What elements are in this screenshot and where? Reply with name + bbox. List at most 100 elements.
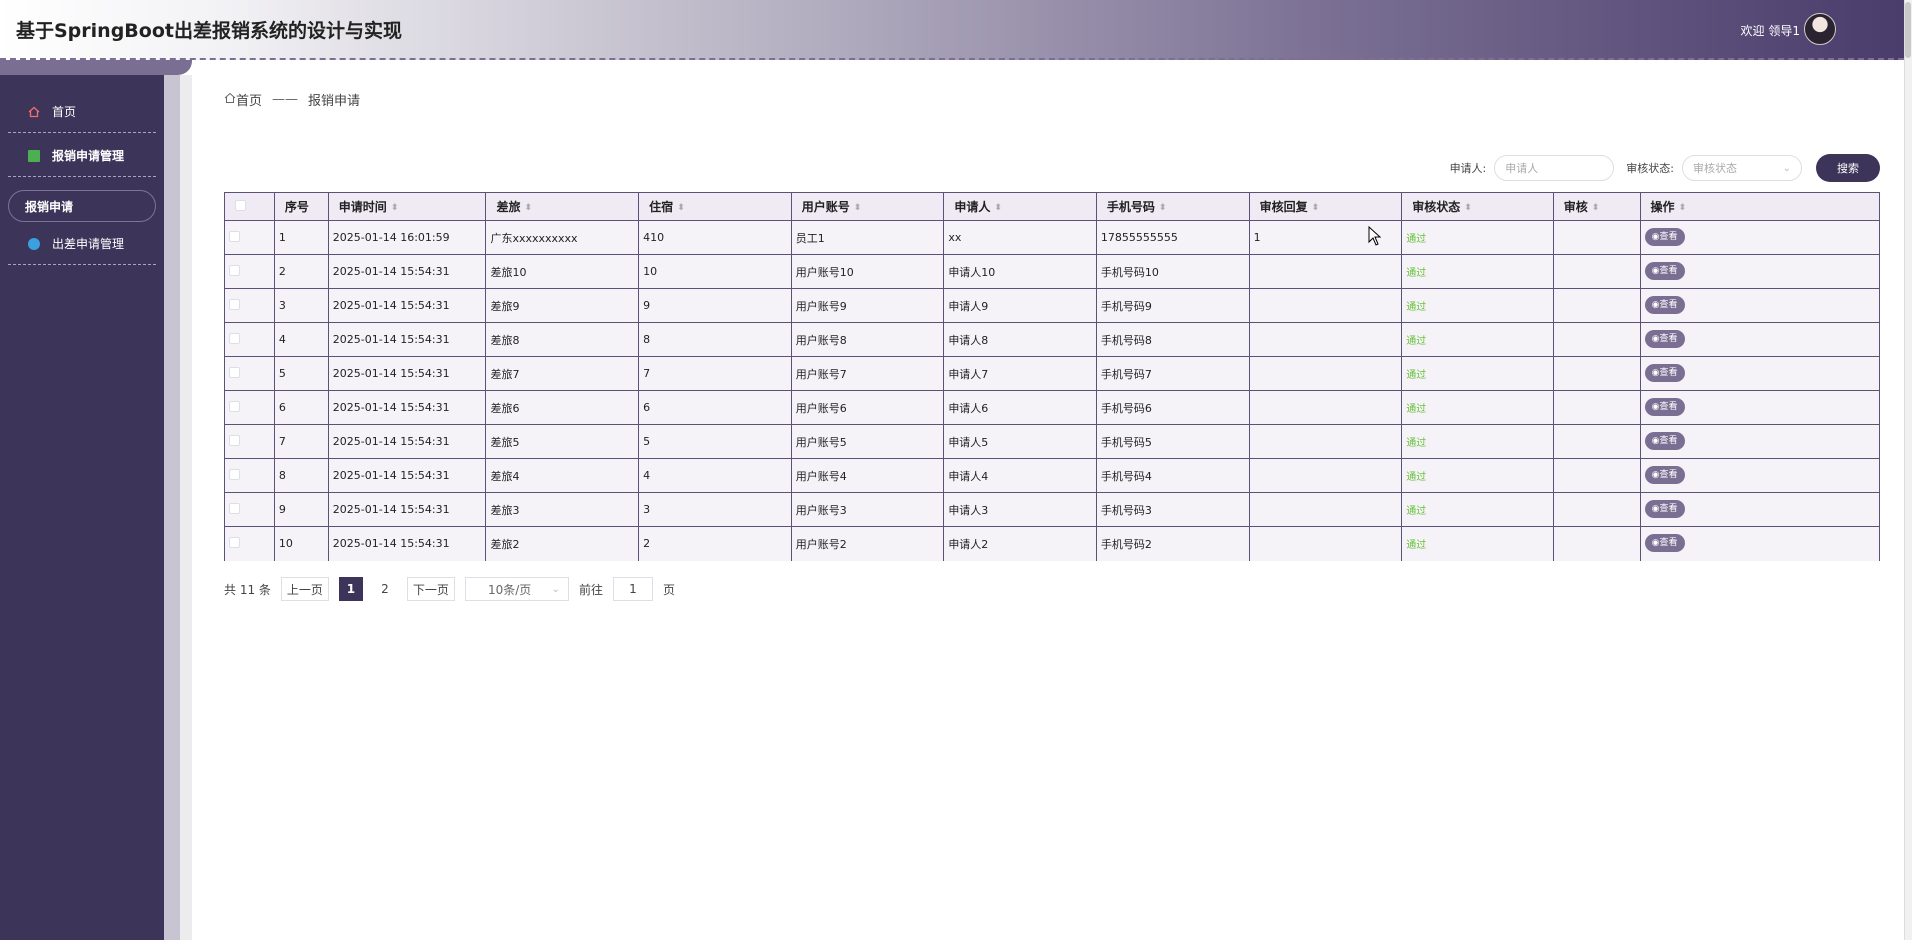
row-checkbox[interactable] (229, 230, 240, 242)
table-row[interactable]: 7 2025-01-14 15:54:31 差旅5 5 用户账号5 申请人5 手机号码5 通过… (224, 424, 1881, 459)
table-row[interactable]: 9 2025-01-14 15:54:31 差旅3 3 用户账号3 申请人3 手机号码3 通过… (224, 492, 1881, 527)
table-row[interactable]: 3 2025-01-14 15:54:31 差旅9 9 用户账号9 申请人9 手机号码9 通过… (224, 288, 1881, 323)
applicant-label: 申请人: (1449, 162, 1487, 175)
column-header[interactable]: 用户账号 ⬍ (790, 192, 945, 221)
row-select-cell[interactable] (224, 458, 275, 493)
table-row[interactable]: 8 2025-01-14 15:54:31 差旅4 4 用户账号4 申请人4 手机号码4 通过… (224, 458, 1881, 493)
cell-phone: 手机号码8 (1095, 322, 1250, 357)
row-checkbox[interactable] (229, 366, 240, 378)
cell-applicant: 申请人3 (943, 492, 1097, 527)
breadcrumb-home[interactable]: 首页 (236, 90, 262, 109)
breadcrumb-separator: —— (272, 92, 299, 107)
applicant-input[interactable]: 申请人 (1494, 155, 1615, 181)
view-button[interactable]: ◉查看 (1644, 296, 1685, 314)
row-checkbox[interactable] (229, 400, 240, 412)
search-button[interactable]: 搜索 (1816, 154, 1880, 182)
column-header[interactable]: 手机号码 ⬍ (1095, 192, 1250, 221)
cell-applicant: 申请人10 (943, 254, 1097, 289)
view-button[interactable]: ◉查看 (1644, 398, 1685, 416)
sidebar-item-reimbursement-management[interactable]: 报销申请管理 (8, 135, 156, 177)
cell-time: 2025-01-14 15:54:31 (327, 254, 486, 289)
select-all-checkbox[interactable] (235, 199, 246, 211)
page-2-button[interactable]: 2 (373, 577, 397, 601)
square-icon (28, 149, 40, 162)
column-header[interactable]: 申请人 ⬍ (943, 192, 1097, 221)
sidebar-item-home[interactable]: 首页 (8, 91, 156, 133)
table-row[interactable]: 2 2025-01-14 15:54:31 差旅10 10 用户账号10 申请人10 手机号… (224, 254, 1881, 289)
table-row[interactable]: 4 2025-01-14 15:54:31 差旅8 8 用户账号8 申请人8 手机号码8 通过… (224, 322, 1881, 357)
view-button[interactable]: ◉查看 (1644, 432, 1685, 450)
view-button[interactable]: ◉查看 (1644, 534, 1685, 553)
column-header[interactable]: 申请时间 ⬍ (327, 192, 487, 221)
row-select-cell[interactable] (224, 220, 275, 255)
table-row[interactable]: 5 2025-01-14 15:54:31 差旅7 7 用户账号7 申请人7 手机号码7 通过… (224, 356, 1881, 391)
cell-applicant: 申请人5 (943, 424, 1097, 459)
row-select-cell[interactable] (224, 526, 275, 561)
row-select-cell[interactable] (224, 322, 275, 357)
cell-audit (1552, 254, 1641, 289)
cell-time: 2025-01-14 15:54:31 (327, 356, 486, 391)
sidebar-scrollbar[interactable] (164, 75, 180, 940)
column-header[interactable]: 审核 ⬍ (1552, 192, 1641, 221)
select-all-cell[interactable] (224, 192, 275, 221)
cell-trip: 广东xxxxxxxxxx (485, 220, 639, 255)
view-button[interactable]: ◉查看 (1644, 500, 1685, 518)
prev-page-button[interactable]: 上一页 (280, 577, 329, 601)
cell-lodging: 4 (638, 458, 792, 493)
pagination: 共 11 条 上一页 1 2 下一页 10条/页 ⌄ 前往 1 页 (224, 577, 685, 601)
cell-time: 2025-01-14 15:54:31 (327, 390, 486, 425)
table-row[interactable]: 10 2025-01-14 15:54:31 差旅2 2 用户账号2 申请人2 手机号码2 通… (224, 526, 1881, 561)
cell-status: 通过 (1401, 526, 1554, 561)
row-select-cell[interactable] (224, 356, 275, 391)
row-select-cell[interactable] (224, 492, 275, 527)
view-button[interactable]: ◉查看 (1644, 466, 1685, 484)
view-button[interactable]: ◉查看 (1644, 330, 1685, 348)
avatar[interactable] (1804, 13, 1836, 45)
sidebar-subitem-reimbursement-apply[interactable]: 报销申请 (8, 190, 156, 222)
cell-time: 2025-01-14 15:54:31 (327, 458, 486, 493)
cell-phone: 手机号码2 (1095, 526, 1250, 561)
cell-no: 3 (273, 288, 329, 323)
scrollbar-thumb[interactable] (1905, 2, 1911, 58)
cell-reply (1248, 526, 1402, 561)
row-select-cell[interactable] (224, 390, 275, 425)
view-button[interactable]: ◉查看 (1644, 262, 1685, 280)
status-badge: 通过 (1406, 268, 1427, 279)
view-button[interactable]: ◉查看 (1644, 228, 1685, 246)
sidebar-item-trip-management[interactable]: 出差申请管理 (8, 223, 156, 265)
home-icon (224, 92, 236, 108)
mouse-cursor-icon (1368, 226, 1382, 246)
row-checkbox[interactable] (229, 468, 240, 480)
view-button[interactable]: ◉查看 (1644, 364, 1685, 382)
column-header[interactable]: 操作 ⬍ (1639, 192, 1881, 221)
total-count: 共 11 条 (224, 582, 271, 597)
cell-account: 用户账号10 (790, 254, 944, 289)
cell-time: 2025-01-14 15:54:31 (327, 288, 486, 323)
row-checkbox[interactable] (229, 264, 240, 276)
page-size-select[interactable]: 10条/页 ⌄ (464, 577, 569, 601)
page-scrollbar[interactable] (1904, 0, 1912, 940)
table-row[interactable]: 1 2025-01-14 16:01:59 广东xxxxxxxxxx 410 员工1 xx… (224, 220, 1881, 255)
row-select-cell[interactable] (224, 424, 275, 459)
row-checkbox[interactable] (229, 502, 240, 514)
cell-trip: 差旅10 (485, 254, 639, 289)
table-row[interactable]: 6 2025-01-14 15:54:31 差旅6 6 用户账号6 申请人6 手机号码6 通过… (224, 390, 1881, 425)
column-header[interactable]: 审核状态 ⬍ (1401, 192, 1554, 221)
column-header[interactable]: 差旅 ⬍ (485, 192, 640, 221)
cell-action: ◉查看 (1639, 458, 1881, 493)
row-checkbox[interactable] (229, 536, 240, 548)
cell-lodging: 3 (638, 492, 792, 527)
row-select-cell[interactable] (224, 254, 275, 289)
status-select[interactable]: 审核状态 ⌄ (1682, 155, 1802, 181)
column-header[interactable]: 住宿 ⬍ (638, 192, 792, 221)
page-1-button[interactable]: 1 (338, 577, 363, 601)
column-header[interactable]: 审核回复 ⬍ (1248, 192, 1403, 221)
cell-account: 用户账号2 (790, 526, 944, 561)
row-checkbox[interactable] (229, 332, 240, 344)
next-page-button[interactable]: 下一页 (406, 577, 455, 601)
row-checkbox[interactable] (229, 298, 240, 310)
row-select-cell[interactable] (224, 288, 275, 323)
goto-page-input[interactable]: 1 (612, 577, 653, 601)
cell-audit (1552, 288, 1641, 323)
row-checkbox[interactable] (229, 434, 240, 446)
